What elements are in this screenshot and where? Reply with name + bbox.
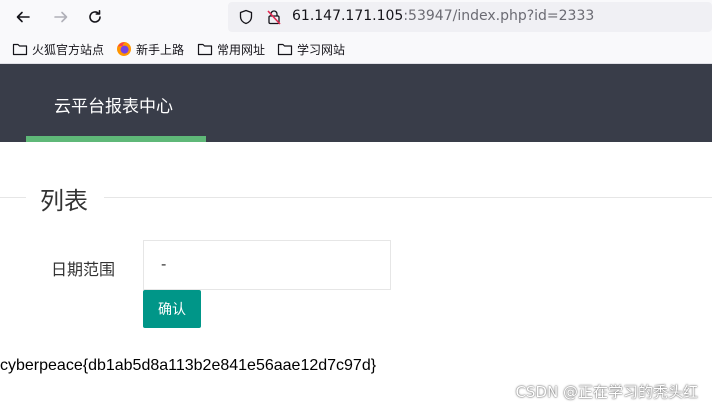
bookmark-label: 常用网址 (217, 42, 266, 57)
bookmark-item[interactable]: 常用网址 (197, 40, 265, 58)
section-legend: 列表 (40, 187, 88, 215)
back-arrow-icon (16, 11, 30, 23)
fieldset-divider (0, 197, 26, 198)
bookmark-label: 新手上路 (136, 42, 185, 57)
forward-button[interactable] (48, 4, 74, 30)
bookmark-label: 学习网站 (297, 42, 346, 57)
shield-icon[interactable] (238, 9, 254, 25)
folder-icon (277, 43, 293, 56)
bookmarks-bar: 火狐官方站点 新手上路 常用网址 学习网站 (0, 34, 712, 64)
browser-toolbar: 61.147.171.105:53947/index.php?id=2333 (0, 0, 712, 34)
date-range-input[interactable] (143, 240, 391, 290)
url-text[interactable]: 61.147.171.105:53947/index.php?id=2333 (292, 8, 594, 24)
reload-button[interactable] (82, 4, 108, 30)
firefox-icon (117, 42, 131, 56)
back-button[interactable] (10, 4, 36, 30)
bookmark-item[interactable]: 火狐官方站点 (12, 40, 104, 58)
brand-nav-item[interactable]: 云平台报表中心 (54, 92, 173, 117)
url-path: :53947/index.php?id=2333 (403, 8, 595, 24)
insecure-lock-icon[interactable] (266, 9, 282, 25)
bookmark-item[interactable]: 学习网站 (277, 40, 345, 58)
date-range-label: 日期范围 (51, 260, 116, 279)
bookmark-item[interactable]: 新手上路 (116, 40, 184, 58)
folder-icon (197, 43, 213, 56)
fieldset-divider (104, 197, 712, 198)
bookmark-label: 火狐官方站点 (32, 42, 105, 57)
flag-output-text: cyberpeace{db1ab5d8a113b2e841e56aae12d7c… (0, 357, 377, 374)
active-nav-indicator (26, 136, 206, 142)
csdn-watermark: CSDN @正在学习的秃头红 (515, 383, 698, 401)
forward-arrow-icon (54, 11, 68, 23)
folder-icon (12, 43, 28, 56)
reload-icon (89, 10, 101, 23)
url-host: 61.147.171.105 (292, 8, 404, 24)
address-bar[interactable]: 61.147.171.105:53947/index.php?id=2333 (228, 2, 712, 32)
confirm-button[interactable]: 确认 (143, 290, 201, 328)
site-header: 云平台报表中心 (0, 64, 712, 142)
